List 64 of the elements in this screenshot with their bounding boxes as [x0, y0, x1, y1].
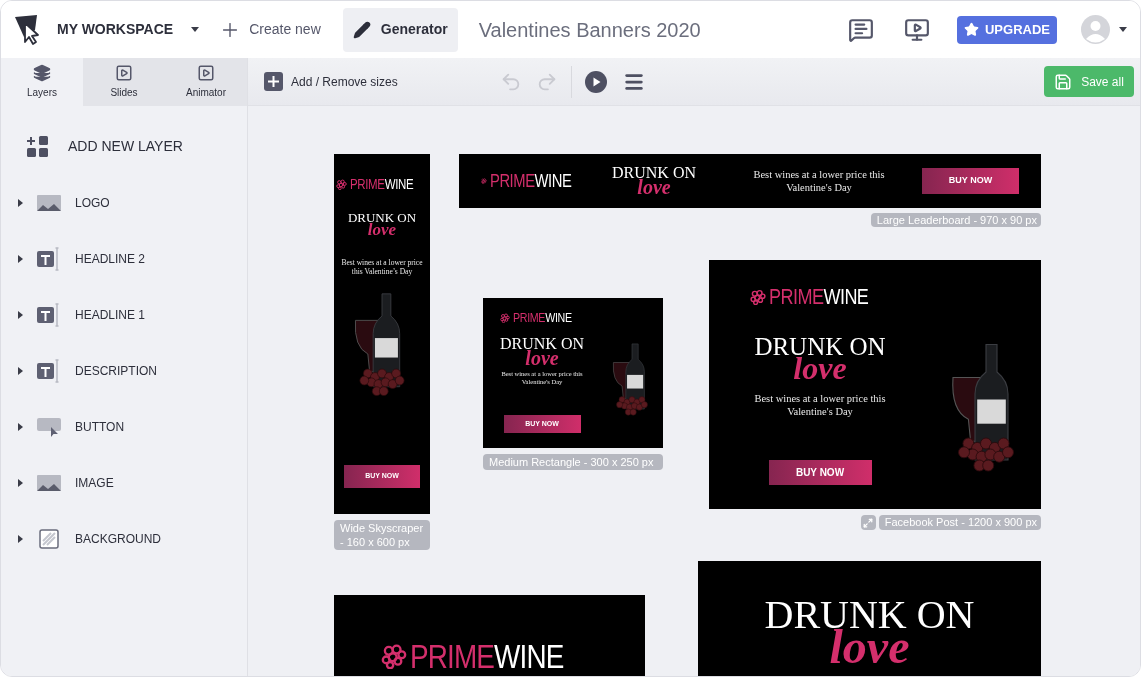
- expand-caret-icon[interactable]: [18, 367, 23, 375]
- pencil-icon: [352, 20, 371, 39]
- add-new-layer-button[interactable]: ADD NEW LAYER: [68, 136, 183, 157]
- brand-wordmark: PRIMEWINE: [512, 311, 572, 324]
- upgrade-button[interactable]: UPGRADE: [957, 15, 1057, 44]
- layer-name[interactable]: LOGO: [75, 194, 110, 212]
- grapes-icon: [749, 289, 766, 305]
- grapes-icon: [381, 643, 408, 669]
- layer-name[interactable]: HEADLINE 1: [75, 306, 146, 324]
- buy-now-button[interactable]: BUY NOW: [922, 168, 1019, 194]
- grapes-icon: [499, 312, 510, 323]
- script-text: love: [367, 221, 397, 238]
- add-layer-icon[interactable]: [27, 136, 48, 157]
- layer-name[interactable]: HEADLINE 2: [75, 250, 146, 268]
- text-icon: [37, 303, 61, 327]
- play-icon[interactable]: [584, 70, 607, 93]
- save-icon: [1054, 72, 1073, 91]
- plus-square-icon: [264, 72, 283, 91]
- expand-caret-icon[interactable]: [18, 423, 23, 431]
- buy-now-button[interactable]: BUY NOW: [768, 460, 872, 485]
- description-text: Best wines at a lower price this Valentine's Day: [753, 392, 887, 419]
- panel-tab[interactable]: Layers: [1, 58, 83, 106]
- app-logo[interactable]: [15, 14, 42, 45]
- image-icon: [37, 195, 61, 211]
- banner-ad[interactable]: PRIMEWINE: [334, 595, 645, 676]
- headline-text: DRUNK ON: [347, 211, 417, 224]
- preview-icon[interactable]: [904, 16, 930, 43]
- text-icon: [37, 247, 61, 271]
- brand-wordmark: PRIMEWINE: [350, 177, 414, 191]
- create-new-button[interactable]: Create new: [219, 18, 321, 41]
- size-caption: Wide Skyscraper - 160 x 600 px: [334, 520, 430, 550]
- expand-caret-icon[interactable]: [18, 199, 23, 207]
- layer-name[interactable]: BUTTON: [75, 418, 125, 436]
- banner-ad[interactable]: PRIMEWINE DRUNK ON love Best wines at a lower price this Valentine's Day BUY NOW: [459, 154, 1041, 208]
- grapes-icon: [336, 178, 348, 190]
- brand-wordmark: PRIMEWINE: [489, 172, 572, 190]
- size-caption: Facebook Post - 1200 x 900 px: [878, 515, 1041, 530]
- add-remove-sizes-button[interactable]: Add / Remove sizes: [264, 72, 398, 91]
- layer-name[interactable]: IMAGE: [75, 474, 114, 492]
- expand-caret-icon[interactable]: [18, 311, 23, 319]
- star-icon: [964, 22, 979, 37]
- size-caption: Large Leaderboard - 970 x 90 px: [870, 213, 1041, 227]
- project-title: Valentines Banners 2020: [478, 17, 701, 43]
- background-icon: [39, 529, 59, 549]
- caret-icon[interactable]: [1119, 27, 1127, 32]
- brand-wordmark: PRIMEWINE: [410, 639, 564, 673]
- image-icon: [37, 475, 61, 491]
- description-text: Best wines at a lower price this Valentine's Day: [752, 167, 886, 195]
- play-square-icon: [197, 64, 215, 82]
- generator-button[interactable]: Generator: [342, 7, 458, 52]
- layer-name[interactable]: DESCRIPTION: [75, 362, 157, 380]
- play-square-icon: [115, 64, 133, 82]
- layers-icon: [33, 64, 51, 82]
- brand-wordmark: PRIMEWINE: [768, 286, 869, 308]
- text-icon: [37, 359, 61, 383]
- workspace-menu[interactable]: MY WORKSPACE: [57, 19, 174, 40]
- expand-caret-icon[interactable]: [18, 479, 23, 487]
- expand-caret-icon[interactable]: [18, 255, 23, 263]
- layer-name[interactable]: BACKGROUND: [75, 530, 161, 548]
- comments-icon[interactable]: [848, 16, 874, 43]
- caret-icon[interactable]: [191, 27, 200, 32]
- button-icon: [37, 417, 61, 437]
- expand-caret-icon[interactable]: [18, 535, 23, 543]
- size-caption: Medium Rectangle - 300 x 250 px: [483, 454, 663, 470]
